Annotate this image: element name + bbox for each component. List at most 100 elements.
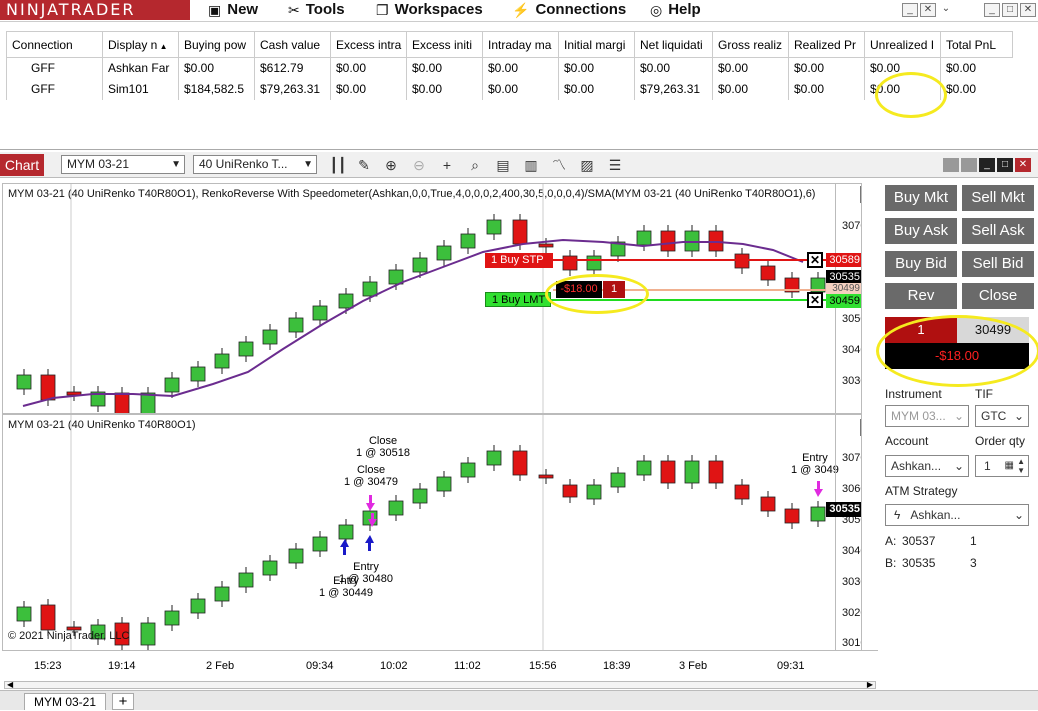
keypad-icon[interactable]: ▦ xyxy=(1005,456,1014,476)
window-minimize-button[interactable]: _ xyxy=(984,3,1000,17)
close-position-button[interactable]: Close xyxy=(962,283,1034,309)
window-maximize-button[interactable]: □ xyxy=(1002,3,1018,17)
table-cell: $0.00 xyxy=(712,78,789,100)
column-header[interactable]: Net liquidati xyxy=(634,31,713,58)
account-row[interactable]: GFF Sim101 $184,582.5 $79,263.31 $0.00 $0.00 $… xyxy=(6,78,1013,100)
account-row[interactable]: GFF Ashkan Far $0.00 $612.79 $0.00 $0.00 $0.00… xyxy=(6,57,1013,79)
menu-workspaces[interactable]: ❐ Workspaces xyxy=(376,0,483,20)
zoom-out-icon[interactable]: ⊖ xyxy=(410,156,428,174)
add-tab-button[interactable]: + xyxy=(112,693,134,710)
stepper-icon[interactable]: ▲ ▼ xyxy=(1017,457,1025,475)
renko-brick xyxy=(760,496,776,512)
lower-last-price-marker: 30535 xyxy=(826,502,861,517)
buy-ask-button[interactable]: Buy Ask xyxy=(885,218,957,244)
sell-ask-button[interactable]: Sell Ask xyxy=(962,218,1034,244)
scroll-left-icon[interactable]: ◀ xyxy=(7,680,13,689)
bar-style-icon[interactable]: ┃┃ xyxy=(329,156,347,174)
pencil-icon[interactable]: ✎ xyxy=(355,156,373,174)
link-button-1[interactable] xyxy=(943,158,959,172)
menu-tools[interactable]: ✂ Tools xyxy=(288,0,345,20)
chart-trader-icon[interactable]: ▤ xyxy=(494,156,512,174)
menu-connections[interactable]: ⚡ Connections xyxy=(512,0,626,20)
x-tick: 09:34 xyxy=(306,660,334,672)
window-close-button[interactable]: ✕ xyxy=(1020,3,1036,17)
atm-strategy-select[interactable]: ϟ Ashkan... ⌄ xyxy=(885,504,1029,526)
renko-brick xyxy=(190,366,206,382)
bid-label: B: xyxy=(885,556,897,570)
buy-lmt-order-tag[interactable]: 1 Buy LMT xyxy=(485,292,551,307)
chart-trader-panel: Buy Mkt Sell Mkt Buy Ask Sell Ask Buy Bi… xyxy=(876,183,1038,693)
menu-help[interactable]: ◎ Help xyxy=(650,0,701,20)
chart-minimize-button[interactable]: _ xyxy=(979,158,995,172)
sell-mkt-button[interactable]: Sell Mkt xyxy=(962,185,1034,211)
bars-type-selector[interactable]: 40 UniRenko T... ▼ xyxy=(193,155,317,174)
renko-brick xyxy=(512,219,528,245)
x-tick: 09:31 xyxy=(777,660,805,672)
y-tick: 30500 xyxy=(842,313,861,325)
column-header[interactable]: Total PnL xyxy=(940,31,1013,58)
column-header[interactable]: Realized Pr xyxy=(788,31,865,58)
instrument-select[interactable]: MYM 03... ⌄ xyxy=(885,405,969,427)
cancel-stp-icon[interactable]: ✕ xyxy=(807,252,823,268)
minimize-icon[interactable]: _ xyxy=(902,3,918,17)
bid-price: 30535 xyxy=(902,556,936,570)
chart-tab[interactable]: Chart xyxy=(0,154,44,176)
indicators-icon[interactable]: 〽 xyxy=(550,156,568,174)
close-annotation-2: Close 1 @ 30479 xyxy=(344,464,398,488)
buy-mkt-button[interactable]: Buy Mkt xyxy=(885,185,957,211)
renko-brick xyxy=(460,233,476,249)
renko-brick xyxy=(312,536,328,552)
renko-brick xyxy=(460,462,476,478)
column-header[interactable]: Intraday ma xyxy=(482,31,559,58)
stp-price-marker: 30589 xyxy=(826,253,861,267)
strategies-icon[interactable]: ▨ xyxy=(578,156,596,174)
zoom-in-icon[interactable]: ⊕ xyxy=(382,156,400,174)
chart-close-button[interactable]: ✕ xyxy=(1015,158,1031,172)
chevron-down-icon: ⌄ xyxy=(1013,409,1024,423)
table-cell: $0.00 xyxy=(482,57,559,79)
reverse-button[interactable]: Rev xyxy=(885,283,957,309)
column-header[interactable]: Display n ▲ xyxy=(102,31,179,58)
tab-mym[interactable]: MYM 03-21 xyxy=(24,693,106,710)
sell-bid-button[interactable]: Sell Bid xyxy=(962,251,1034,277)
list-icon[interactable]: ☰ xyxy=(606,156,624,174)
table-cell: $0.00 xyxy=(712,57,789,79)
column-header[interactable]: Connection xyxy=(6,31,103,58)
renko-brick xyxy=(190,598,206,614)
column-header[interactable]: Excess intra xyxy=(330,31,407,58)
close-small-icon[interactable]: ✕ xyxy=(920,3,936,17)
column-header[interactable]: Unrealized I xyxy=(864,31,941,58)
cancel-lmt-icon[interactable]: ✕ xyxy=(807,292,823,308)
column-header[interactable]: Initial margi xyxy=(558,31,635,58)
column-header[interactable]: Cash value xyxy=(254,31,331,58)
scroll-right-icon[interactable]: ▶ xyxy=(867,680,873,689)
chart-maximize-button[interactable]: □ xyxy=(997,158,1013,172)
buy-stp-order-tag[interactable]: 1 Buy STP xyxy=(485,253,553,268)
column-header[interactable]: Gross realiz xyxy=(712,31,789,58)
renko-brick xyxy=(734,484,750,500)
crosshair-icon[interactable]: + xyxy=(438,156,456,174)
y-tick: 30300 xyxy=(842,576,861,588)
y-tick: 30300 xyxy=(842,375,861,387)
order-qty-input[interactable]: 1 ▦ ▲ ▼ xyxy=(975,455,1029,477)
properties-icon[interactable]: ▥ xyxy=(522,156,540,174)
horizontal-scrollbar[interactable]: ◀ ▶ xyxy=(4,680,876,689)
connections-icon: ⚡ xyxy=(512,2,530,18)
entry-arrow-up-icon xyxy=(365,535,374,551)
upper-price-panel[interactable]: MYM 03-21 (40 UniRenko T40R80O1), RenkoR… xyxy=(2,183,862,414)
renko-brick xyxy=(436,476,452,492)
renko-brick xyxy=(636,230,652,246)
chevron-down-icon[interactable]: ⌄ xyxy=(938,3,954,17)
tif-select[interactable]: GTC ⌄ xyxy=(975,405,1029,427)
link-button-2[interactable] xyxy=(961,158,977,172)
instrument-label: Instrument xyxy=(885,387,942,401)
instrument-selector[interactable]: MYM 03-21 ▼ xyxy=(61,155,185,174)
table-cell: $0.00 xyxy=(940,78,1013,100)
account-select[interactable]: Ashkan... ⌄ xyxy=(885,455,969,477)
data-box-icon[interactable]: ⌕ xyxy=(466,156,484,174)
buy-bid-button[interactable]: Buy Bid xyxy=(885,251,957,277)
lower-price-panel[interactable]: MYM 03-21 (40 UniRenko T40R80O1) Close 1 … xyxy=(2,414,862,651)
column-header[interactable]: Buying pow xyxy=(178,31,255,58)
menu-new[interactable]: ▣ New xyxy=(208,0,258,20)
column-header[interactable]: Excess initi xyxy=(406,31,483,58)
